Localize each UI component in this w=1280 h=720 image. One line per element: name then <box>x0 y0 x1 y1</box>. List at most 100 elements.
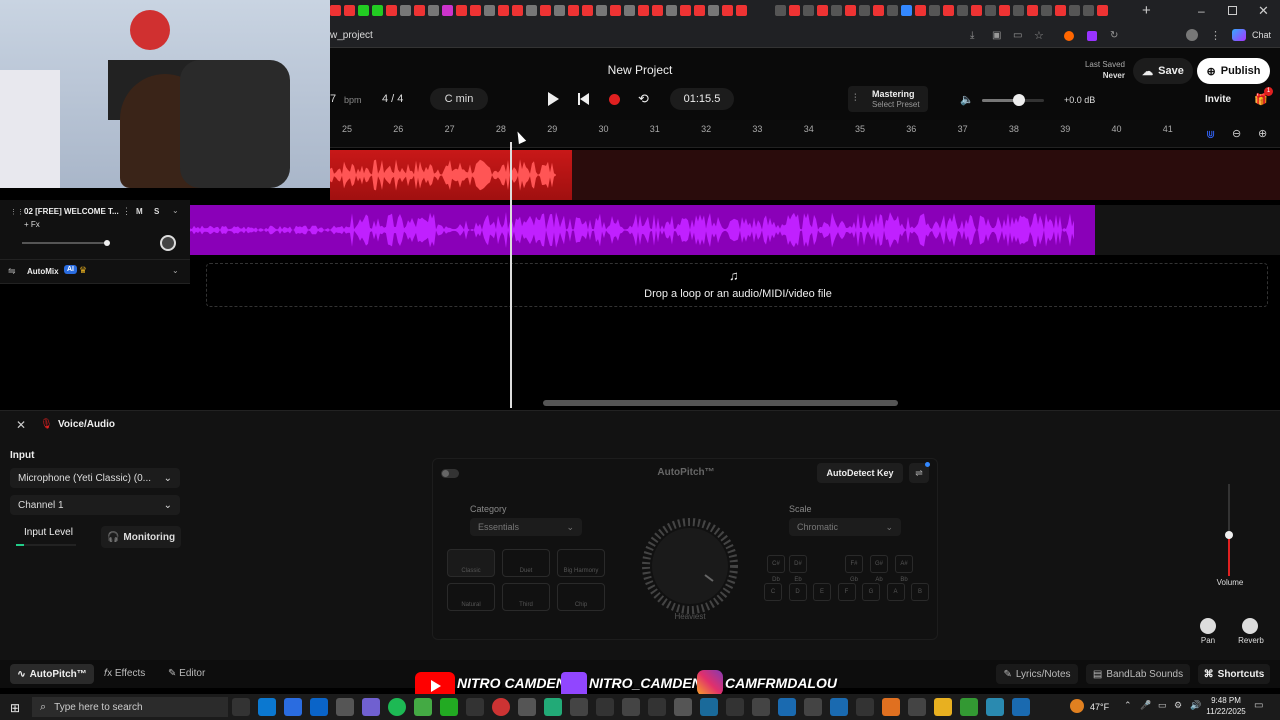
track-name[interactable]: 02 [FREE] WELCOME T... <box>24 207 120 216</box>
time-signature[interactable]: 4 / 4 <box>382 93 403 105</box>
mode-duet[interactable]: Duet <box>502 549 550 577</box>
natural-key-button[interactable]: G <box>862 583 880 601</box>
natural-key-button[interactable]: B <box>911 583 929 601</box>
weather-icon[interactable] <box>1070 699 1084 713</box>
solo-button[interactable]: S <box>154 207 159 216</box>
brave-icon[interactable] <box>1064 31 1074 41</box>
play-icon[interactable] <box>548 92 559 106</box>
bandlab-sounds-tab[interactable]: ▤ BandLab Sounds <box>1086 664 1190 684</box>
url-text[interactable]: w_project <box>330 30 373 41</box>
editor-tab[interactable]: ✎ Editor <box>168 668 205 679</box>
scale-select[interactable]: Chromatic ⌄ <box>789 518 901 536</box>
extension-icon[interactable]: ▣ <box>992 30 1001 41</box>
browser-tabs-more[interactable] <box>775 3 1135 19</box>
zoom-in-icon[interactable]: ⊕ <box>1258 127 1267 140</box>
mode-third[interactable]: Third <box>502 583 550 611</box>
volume-fader[interactable] <box>1225 484 1233 576</box>
natural-key-button[interactable]: D <box>788 583 807 601</box>
reverb-knob[interactable] <box>1242 618 1258 634</box>
mode-chip[interactable]: Chip <box>557 583 605 611</box>
mute-button[interactable]: M <box>136 207 143 216</box>
clock-time[interactable]: 9:48 PM <box>1204 696 1248 705</box>
drag-handle-icon[interactable]: ⋮⋮ <box>10 208 24 216</box>
refresh-ext-icon[interactable]: ↻ <box>1110 30 1118 41</box>
maximize-icon[interactable] <box>1228 6 1237 15</box>
taskbar-search-box[interactable]: ⌕ Type here to search <box>32 697 228 717</box>
publish-button[interactable]: ⊕ Publish <box>1197 58 1270 84</box>
shortcuts-button[interactable]: ⌘ Shortcuts <box>1198 664 1270 684</box>
magnet-icon[interactable]: ⋓ <box>1206 128 1215 141</box>
track-header-beat[interactable]: ⋮⋮ 02 [FREE] WELCOME T... ⋮ M S ⌄ + Fx <box>0 200 190 260</box>
bookmark-icon[interactable]: ☆ <box>1034 29 1044 42</box>
sharp-key-button[interactable]: C# Db <box>767 555 785 583</box>
close-window-icon[interactable]: ✕ <box>1258 3 1269 19</box>
network-icon[interactable]: ▭ <box>1158 700 1167 711</box>
track-expand-icon[interactable]: ⌄ <box>172 206 179 215</box>
save-button[interactable]: ☁ Save <box>1133 58 1193 84</box>
mode-classic[interactable]: Classic <box>447 549 495 577</box>
taskbar-apps[interactable] <box>232 694 1032 720</box>
bpm-value[interactable]: 7 <box>330 93 336 105</box>
volume-tray-icon[interactable]: 🔊 <box>1190 700 1201 711</box>
sharp-key-button[interactable]: D# Eb <box>789 555 807 583</box>
category-select[interactable]: Essentials ⌄ <box>470 518 582 536</box>
natural-key-button[interactable]: C <box>764 583 782 601</box>
playhead[interactable] <box>510 142 512 408</box>
browser-menu-icon[interactable]: ⋮ <box>1210 29 1221 42</box>
effects-tab[interactable]: 𝑓x Effects <box>104 668 145 679</box>
natural-key-button[interactable]: A <box>886 583 905 601</box>
natural-key-button[interactable]: E <box>813 583 831 601</box>
windows-start-icon[interactable]: ⊞ <box>10 701 20 715</box>
loop-icon[interactable]: ⟲ <box>638 91 649 107</box>
mode-natural[interactable]: Natural <box>447 583 495 611</box>
skip-back-icon[interactable] <box>578 93 590 105</box>
audio-clip-beat[interactable] <box>190 205 1095 255</box>
profile-avatar[interactable] <box>1186 29 1198 41</box>
horizontal-scrollbar[interactable] <box>543 400 898 406</box>
pan-knob[interactable] <box>1200 618 1216 634</box>
cast-icon[interactable]: ▭ <box>1013 30 1022 41</box>
drop-zone[interactable]: ♫ Drop a loop or an audio/MIDI/video fil… <box>206 263 1268 307</box>
new-tab-icon[interactable]: + <box>1142 2 1151 19</box>
automix-expand-icon[interactable]: ⌄ <box>172 266 179 275</box>
record-icon[interactable] <box>609 94 620 105</box>
twitch-ext-icon[interactable] <box>1087 31 1097 41</box>
audio-clip-vocal[interactable] <box>330 150 572 200</box>
tray-chevron-icon[interactable]: ⌃ <box>1124 700 1132 711</box>
browser-tabs[interactable] <box>330 3 770 19</box>
speaker-icon[interactable]: 🔈 <box>960 93 974 106</box>
close-panel-icon[interactable]: ✕ <box>16 418 26 432</box>
master-volume-slider[interactable] <box>982 94 1044 106</box>
lyrics-tab[interactable]: ✎ Lyrics/Notes <box>996 664 1078 684</box>
zoom-out-icon[interactable]: ⊖ <box>1232 127 1241 140</box>
sharp-key-button[interactable]: F# Gb <box>845 555 863 583</box>
invite-button[interactable]: Invite <box>1205 94 1231 105</box>
timeline-ruler[interactable]: 25 26 27 28 29 30 31 32 33 34 35 36 37 38 39 40 41 <box>330 120 1280 148</box>
mic-tray-icon[interactable]: 🎤 <box>1140 700 1151 711</box>
track-menu-icon[interactable]: ⋮ <box>122 206 131 217</box>
minimize-icon[interactable]: – <box>1198 4 1205 18</box>
settings-tray-icon[interactable]: ⚙ <box>1174 700 1182 711</box>
key-selector[interactable]: C min <box>430 88 488 110</box>
track-pan-knob[interactable] <box>160 235 176 251</box>
project-title[interactable]: New Project <box>590 63 690 77</box>
natural-key-button[interactable]: F <box>837 583 856 601</box>
mode-big-harmony[interactable]: Big Harmony <box>557 549 605 577</box>
copilot-icon[interactable] <box>1232 29 1246 41</box>
sharp-key-button[interactable]: A# Bb <box>895 555 913 583</box>
sharp-key-button[interactable]: G# Ab <box>870 555 888 583</box>
pitch-correction-knob[interactable] <box>633 509 747 623</box>
chat-label[interactable]: Chat <box>1252 30 1271 40</box>
mastering-button[interactable]: ⫶ Mastering Select Preset <box>848 86 928 112</box>
channel-select[interactable]: Channel 1 ⌄ <box>10 495 180 515</box>
monitoring-button[interactable]: 🎧 Monitoring <box>101 526 181 548</box>
autodetect-key-button[interactable]: AutoDetect Key <box>817 463 903 483</box>
input-device-select[interactable]: Microphone (Yeti Classic) (0... ⌄ <box>10 468 180 488</box>
download-icon[interactable]: ⤓ <box>970 30 974 41</box>
clock-date[interactable]: 11/22/2025 <box>1202 707 1250 716</box>
track-volume-slider[interactable] <box>22 240 110 246</box>
add-fx-button[interactable]: + Fx <box>24 220 40 229</box>
autopitch-toggle[interactable] <box>441 469 459 478</box>
notification-icon[interactable]: ▭ <box>1254 700 1263 711</box>
automix-header[interactable]: ⇋ AutoMix AI ♛ ⌄ <box>0 260 190 284</box>
